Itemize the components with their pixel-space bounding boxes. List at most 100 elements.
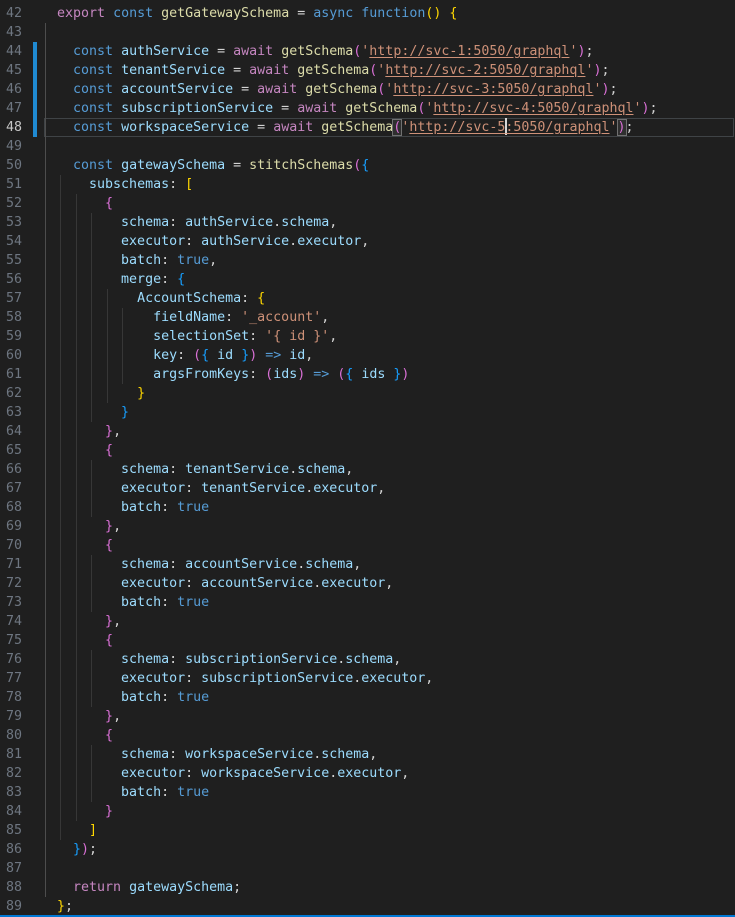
code-line[interactable]: 49 (0, 137, 735, 156)
code-line[interactable]: 60 key: ({ id }) => id, (0, 346, 735, 365)
code-line[interactable]: 88 return gatewaySchema; (0, 878, 735, 897)
line-number[interactable]: 86 (0, 840, 22, 859)
line-number[interactable]: 45 (0, 61, 22, 80)
code-line[interactable]: 89}; (0, 897, 735, 916)
code-line[interactable]: 66 schema: tenantService.schema, (0, 460, 735, 479)
link-underlined-url[interactable]: http://svc-4:5050/graphql (433, 101, 633, 116)
code-line[interactable]: 80 { (0, 726, 735, 745)
code-line[interactable]: 76 schema: subscriptionService.schema, (0, 650, 735, 669)
code-line[interactable]: 50 const gatewaySchema = stitchSchemas({ (0, 156, 735, 175)
code-line[interactable]: 56 merge: { (0, 270, 735, 289)
link-underlined-url[interactable]: http://svc-1:5050/graphql (369, 44, 569, 59)
line-number[interactable]: 84 (0, 802, 22, 821)
line-number[interactable]: 87 (0, 859, 22, 878)
line-number[interactable]: 47 (0, 99, 22, 118)
code-line[interactable]: 79 }, (0, 707, 735, 726)
code-editor[interactable]: 42export const getGatewaySchema = async … (0, 0, 735, 917)
line-number[interactable]: 54 (0, 232, 22, 251)
line-number[interactable]: 76 (0, 650, 22, 669)
code-line[interactable]: 43 (0, 23, 735, 42)
code-line[interactable]: 73 batch: true (0, 593, 735, 612)
code-line[interactable]: 52 { (0, 194, 735, 213)
line-number[interactable]: 73 (0, 593, 22, 612)
line-number[interactable]: 53 (0, 213, 22, 232)
line-number[interactable]: 65 (0, 441, 22, 460)
code-line[interactable]: 58 fieldName: '_account', (0, 308, 735, 327)
line-number[interactable]: 62 (0, 384, 22, 403)
code-line[interactable]: 55 batch: true, (0, 251, 735, 270)
line-number[interactable]: 55 (0, 251, 22, 270)
code-line[interactable]: 54 executor: authService.executor, (0, 232, 735, 251)
code-line[interactable]: 53 schema: authService.schema, (0, 213, 735, 232)
code-line[interactable]: 84 } (0, 802, 735, 821)
code-line[interactable]: 51 subschemas: [ (0, 175, 735, 194)
line-number[interactable]: 60 (0, 346, 22, 365)
line-number[interactable]: 61 (0, 365, 22, 384)
line-number[interactable]: 44 (0, 42, 22, 61)
code-line[interactable]: 81 schema: workspaceService.schema, (0, 745, 735, 764)
line-number[interactable]: 64 (0, 422, 22, 441)
link-underlined-url[interactable]: :5050/graphql (505, 120, 609, 135)
code-line[interactable]: 71 schema: accountService.schema, (0, 555, 735, 574)
code-line[interactable]: 83 batch: true (0, 783, 735, 802)
code-line[interactable]: 74 }, (0, 612, 735, 631)
line-number[interactable]: 66 (0, 460, 22, 479)
line-number[interactable]: 79 (0, 707, 22, 726)
line-number[interactable]: 74 (0, 612, 22, 631)
line-number[interactable]: 50 (0, 156, 22, 175)
line-number[interactable]: 72 (0, 574, 22, 593)
code-line[interactable]: 46 const accountService = await getSchem… (0, 80, 735, 99)
line-number[interactable]: 77 (0, 669, 22, 688)
code-line[interactable]: 69 }, (0, 517, 735, 536)
line-number[interactable]: 46 (0, 80, 22, 99)
code-line[interactable]: 64 }, (0, 422, 735, 441)
code-line[interactable]: 63 } (0, 403, 735, 422)
code-line[interactable]: 67 executor: tenantService.executor, (0, 479, 735, 498)
line-number[interactable]: 89 (0, 897, 22, 916)
code-line[interactable]: 42export const getGatewaySchema = async … (0, 4, 735, 23)
code-line[interactable]: 82 executor: workspaceService.executor, (0, 764, 735, 783)
line-number[interactable]: 59 (0, 327, 22, 346)
line-number[interactable]: 58 (0, 308, 22, 327)
code-line[interactable]: 72 executor: accountService.executor, (0, 574, 735, 593)
code-line[interactable]: 85 ] (0, 821, 735, 840)
link-underlined-url[interactable]: http://svc-3:5050/graphql (393, 82, 593, 97)
code-line[interactable]: 75 { (0, 631, 735, 650)
code-line[interactable]: 78 batch: true (0, 688, 735, 707)
code-line[interactable]: 70 { (0, 536, 735, 555)
line-number[interactable]: 56 (0, 270, 22, 289)
code-line[interactable]: 61 argsFromKeys: (ids) => ({ ids }) (0, 365, 735, 384)
line-number[interactable]: 63 (0, 403, 22, 422)
line-number[interactable]: 78 (0, 688, 22, 707)
line-number[interactable]: 85 (0, 821, 22, 840)
line-number[interactable]: 88 (0, 878, 22, 897)
code-line[interactable]: 77 executor: subscriptionService.executo… (0, 669, 735, 688)
code-line[interactable]: 44 const authService = await getSchema('… (0, 42, 735, 61)
line-number[interactable]: 83 (0, 783, 22, 802)
line-number[interactable]: 82 (0, 764, 22, 783)
link-underlined-url[interactable]: http://svc-2:5050/graphql (385, 63, 585, 78)
line-number[interactable]: 42 (0, 4, 22, 23)
code-line[interactable]: 65 { (0, 441, 735, 460)
line-number[interactable]: 49 (0, 137, 22, 156)
line-number[interactable]: 68 (0, 498, 22, 517)
line-number[interactable]: 67 (0, 479, 22, 498)
line-number[interactable]: 57 (0, 289, 22, 308)
code-line[interactable]: 68 batch: true (0, 498, 735, 517)
line-number[interactable]: 69 (0, 517, 22, 536)
line-number[interactable]: 48 (0, 118, 22, 137)
code-line[interactable]: 86 }); (0, 840, 735, 859)
line-number[interactable]: 52 (0, 194, 22, 213)
code-line[interactable]: 59 selectionSet: '{ id }', (0, 327, 735, 346)
line-number[interactable]: 75 (0, 631, 22, 650)
line-number[interactable]: 70 (0, 536, 22, 555)
line-number[interactable]: 51 (0, 175, 22, 194)
line-number[interactable]: 81 (0, 745, 22, 764)
code-line[interactable]: 48 const workspaceService = await getSch… (0, 118, 735, 137)
line-number[interactable]: 71 (0, 555, 22, 574)
link-underlined-url[interactable]: http://svc-5 (409, 120, 505, 135)
line-number[interactable]: 80 (0, 726, 22, 745)
code-line[interactable]: 87 (0, 859, 735, 878)
code-line[interactable]: 57 AccountSchema: { (0, 289, 735, 308)
code-line[interactable]: 45 const tenantService = await getSchema… (0, 61, 735, 80)
